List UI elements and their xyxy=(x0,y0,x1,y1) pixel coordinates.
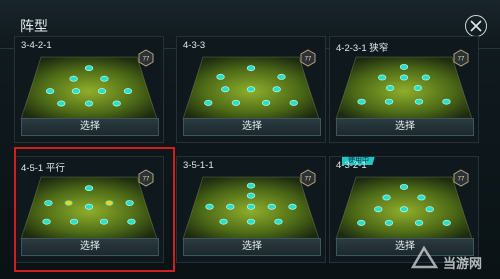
formation-card[interactable]: 3-5-1-1 77 选择 xyxy=(176,156,326,263)
player-marker xyxy=(231,99,241,106)
rating-badge-text: 77 xyxy=(458,177,465,183)
player-marker xyxy=(45,88,55,95)
player-marker xyxy=(84,100,94,107)
player-marker xyxy=(261,99,271,106)
formation-name: 3-4-2-1 xyxy=(21,40,52,51)
rating-badge-text: 77 xyxy=(305,57,312,63)
player-marker xyxy=(112,100,121,107)
rating-badge-icon: 77 xyxy=(453,169,469,187)
formation-name: 3-5-1-1 xyxy=(183,160,214,171)
player-marker xyxy=(97,88,107,95)
player-marker xyxy=(246,86,256,93)
player-marker xyxy=(399,74,409,81)
player-marker xyxy=(374,206,383,213)
formation-name: 4-2-3-1 狭窄 xyxy=(336,43,389,54)
player-marker xyxy=(71,88,81,95)
player-marker xyxy=(219,218,228,225)
player-marker xyxy=(399,63,409,70)
player-marker xyxy=(384,219,394,226)
formation-card[interactable]: 4-2-3-1 狭窄 77 选择 xyxy=(329,36,479,143)
player-marker xyxy=(100,75,109,82)
close-button[interactable] xyxy=(465,15,487,37)
select-button[interactable]: 选择 xyxy=(336,118,474,136)
player-marker xyxy=(69,75,78,82)
player-marker xyxy=(267,203,276,210)
rating-badge-text: 77 xyxy=(143,57,150,63)
player-marker xyxy=(123,88,133,95)
player-marker xyxy=(226,203,235,210)
formation-card[interactable]: 4-3-3 77 选择 xyxy=(176,36,326,143)
player-marker xyxy=(246,192,256,199)
player-marker xyxy=(414,219,424,226)
player-marker xyxy=(413,85,423,91)
player-marker xyxy=(246,182,256,189)
rating-badge-text: 77 xyxy=(458,57,465,63)
formation-screen: 阵型 3-4-2-1 77 选择 4-3-3 77 选择 4-2-3-1 狭窄 77 选择 4-5… xyxy=(0,0,500,279)
select-button[interactable]: 选择 xyxy=(183,238,321,256)
watermark-text: 当游网 xyxy=(443,256,483,271)
player-marker xyxy=(221,86,230,93)
player-marker xyxy=(357,98,366,105)
select-button[interactable]: 选择 xyxy=(21,118,159,136)
player-marker xyxy=(205,203,214,210)
player-marker xyxy=(414,98,424,105)
player-marker xyxy=(417,194,426,201)
player-marker xyxy=(442,98,451,105)
player-marker xyxy=(357,219,366,226)
page-title: 阵型 xyxy=(20,18,48,34)
player-marker xyxy=(216,73,225,80)
player-marker xyxy=(246,65,256,72)
formation-name: 4-3-3 xyxy=(183,40,206,51)
player-marker xyxy=(204,99,213,106)
close-icon xyxy=(470,20,482,32)
player-marker xyxy=(288,203,297,210)
player-marker xyxy=(84,65,94,72)
player-marker xyxy=(425,206,434,213)
watermark-logo-icon xyxy=(410,245,439,269)
formation-card[interactable]: 使用中 4-3-2-1 77 选择 xyxy=(329,156,479,263)
player-marker xyxy=(57,100,66,107)
player-marker xyxy=(378,74,387,81)
rating-badge-icon: 77 xyxy=(300,49,316,67)
rating-badge-icon: 77 xyxy=(138,49,154,67)
player-marker xyxy=(246,203,256,210)
player-marker xyxy=(289,99,298,106)
rating-badge-icon: 77 xyxy=(453,49,469,67)
player-marker xyxy=(442,219,451,226)
player-marker xyxy=(399,183,409,190)
player-marker xyxy=(382,194,391,201)
formation-card[interactable]: 3-4-2-1 77 选择 xyxy=(14,36,164,143)
player-marker xyxy=(385,85,395,91)
select-button[interactable]: 选择 xyxy=(183,118,321,136)
rating-badge-icon: 77 xyxy=(300,169,316,187)
player-marker xyxy=(274,218,283,225)
player-marker xyxy=(272,86,281,93)
player-marker xyxy=(277,73,286,80)
formation-name: 4-3-2-1 xyxy=(336,160,367,171)
player-marker xyxy=(384,98,394,105)
player-marker xyxy=(399,206,409,213)
player-marker xyxy=(421,74,430,81)
player-marker xyxy=(246,218,256,225)
rating-badge-text: 77 xyxy=(305,177,312,183)
selection-highlight xyxy=(14,147,175,272)
